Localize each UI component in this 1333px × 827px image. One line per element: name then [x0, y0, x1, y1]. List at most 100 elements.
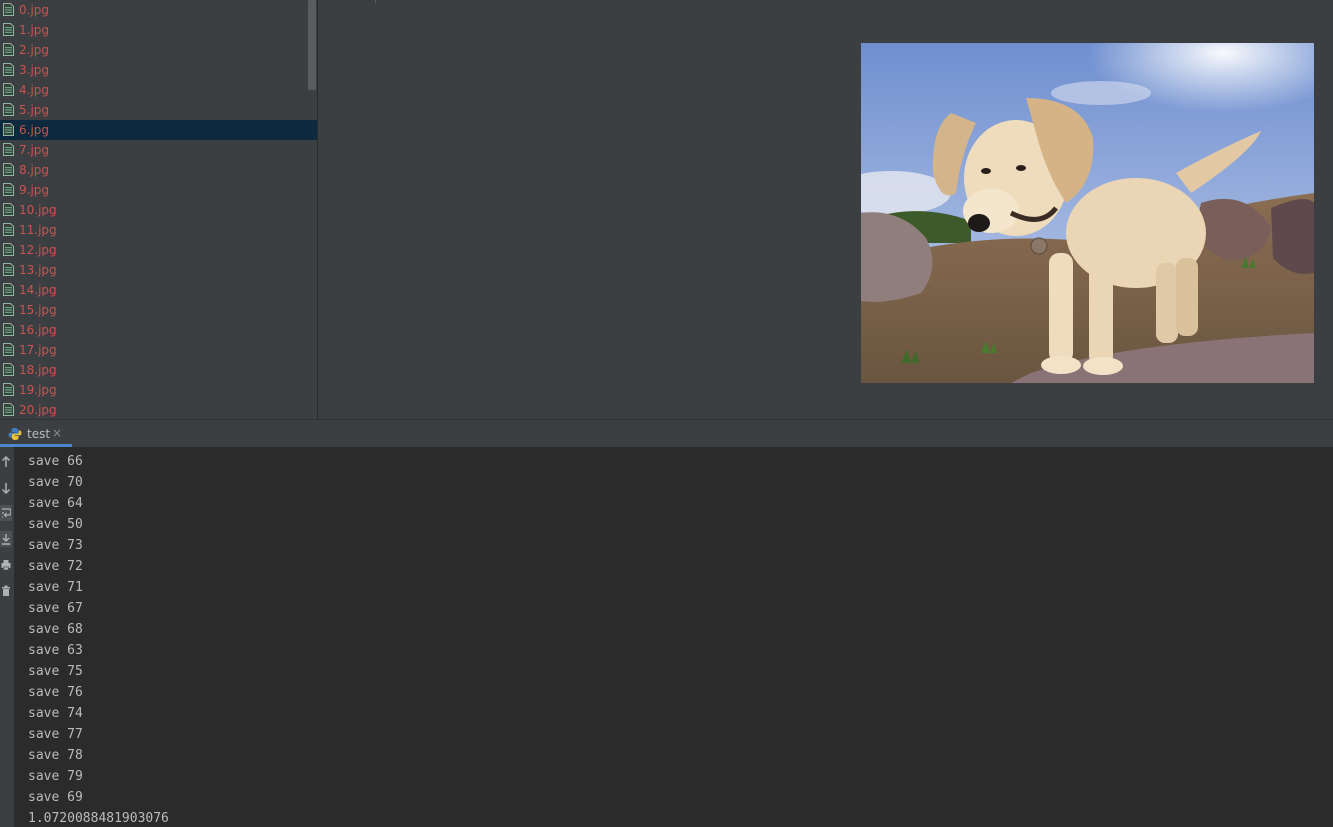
image-file-icon — [3, 83, 14, 96]
console-line: save 50 — [28, 517, 83, 532]
tree-item[interactable]: 9.jpg — [0, 180, 317, 200]
tree-item[interactable]: 7.jpg — [0, 140, 317, 160]
console-line: save 66 — [28, 454, 83, 469]
file-name: 7.jpg — [19, 143, 50, 157]
file-name: 2.jpg — [19, 43, 50, 57]
console-line: save 75 — [28, 664, 83, 679]
file-name: 10.jpg — [19, 203, 57, 217]
tree-item[interactable]: 19.jpg — [0, 380, 317, 400]
console-line: save 72 — [28, 559, 83, 574]
file-name: 16.jpg — [19, 323, 57, 337]
file-name: 18.jpg — [19, 363, 57, 377]
tree-item[interactable]: 11.jpg — [0, 220, 317, 240]
image-file-icon — [3, 223, 14, 236]
file-name: 19.jpg — [19, 383, 57, 397]
tree-item[interactable]: 17.jpg — [0, 340, 317, 360]
image-file-icon — [3, 243, 14, 256]
file-name: 0.jpg — [19, 3, 50, 17]
image-file-icon — [3, 283, 14, 296]
image-file-icon — [3, 23, 14, 36]
image-file-icon — [3, 323, 14, 336]
file-name: 8.jpg — [19, 163, 50, 177]
image-file-icon — [3, 43, 14, 56]
tree-item[interactable]: 1.jpg — [0, 20, 317, 40]
trash-icon[interactable] — [0, 583, 12, 599]
tree-item[interactable]: 20.jpg — [0, 400, 317, 419]
image-file-icon — [3, 163, 14, 176]
tree-item[interactable]: 0.jpg — [0, 0, 317, 20]
image-viewer — [318, 0, 1333, 419]
console-line: save 73 — [28, 538, 83, 553]
console-line: save 77 — [28, 727, 83, 742]
tree-item[interactable]: 8.jpg — [0, 160, 317, 180]
image-file-icon — [3, 123, 14, 136]
tab-label: test — [27, 427, 51, 441]
image-file-icon — [3, 303, 14, 316]
console-line: save 64 — [28, 496, 83, 511]
image-file-icon — [3, 383, 14, 396]
tree-item[interactable]: 18.jpg — [0, 360, 317, 380]
image-file-icon — [3, 263, 14, 276]
tree-item[interactable]: 15.jpg — [0, 300, 317, 320]
file-name: 20.jpg — [19, 403, 57, 417]
console-line: save 76 — [28, 685, 83, 700]
close-icon[interactable]: × — [52, 425, 62, 441]
console-line: save 71 — [28, 580, 83, 595]
tree-item[interactable]: 3.jpg — [0, 60, 317, 80]
console-line: save 69 — [28, 790, 83, 805]
image-file-icon — [3, 343, 14, 356]
file-name: 6.jpg — [19, 123, 50, 137]
tab-test[interactable]: test × — [0, 420, 72, 447]
image-file-icon — [3, 3, 14, 16]
run-console[interactable]: save 66 save 70 save 64 save 50 save 73 save … — [0, 447, 1333, 827]
file-name: 1.jpg — [19, 23, 50, 37]
file-name: 4.jpg — [19, 83, 50, 97]
puppy-photo — [861, 43, 1314, 383]
file-name: 14.jpg — [19, 283, 57, 297]
tree-item[interactable]: 6.jpg — [0, 120, 317, 140]
scroll-to-end-icon[interactable] — [0, 531, 12, 547]
down-arrow-icon[interactable] — [0, 480, 12, 496]
console-line: save 68 — [28, 622, 83, 637]
ide-window: 0.jpg 1.jpg 2.jpg 3.jpg 4.jpg 5.jpg 6.jpg 7.jpg… — [0, 0, 1333, 827]
image-file-icon — [3, 203, 14, 216]
console-line: save 67 — [28, 601, 83, 616]
project-tree: 0.jpg 1.jpg 2.jpg 3.jpg 4.jpg 5.jpg 6.jpg 7.jpg… — [0, 0, 317, 419]
tool-window-tabs: test × — [0, 419, 1333, 447]
image-file-icon — [3, 63, 14, 76]
tree-item[interactable]: 14.jpg — [0, 280, 317, 300]
up-arrow-icon[interactable] — [0, 454, 12, 470]
console-line: 1.0720088481903076 — [28, 811, 169, 826]
print-icon[interactable] — [0, 557, 12, 573]
console-line: save 74 — [28, 706, 83, 721]
console-output: save 66 save 70 save 64 save 50 save 73 save … — [28, 451, 169, 827]
image-file-icon — [3, 363, 14, 376]
file-name: 9.jpg — [19, 183, 50, 197]
console-toolbar — [0, 447, 14, 827]
file-name: 5.jpg — [19, 103, 50, 117]
soft-wrap-icon[interactable] — [0, 505, 12, 521]
tree-item[interactable]: 2.jpg — [0, 40, 317, 60]
console-line: save 78 — [28, 748, 83, 763]
image-file-icon — [3, 103, 14, 116]
tree-item[interactable]: 16.jpg — [0, 320, 317, 340]
file-name: 11.jpg — [19, 223, 57, 237]
file-name: 15.jpg — [19, 303, 57, 317]
console-line: save 63 — [28, 643, 83, 658]
tree-item[interactable]: 13.jpg — [0, 260, 317, 280]
tree-scrollbar[interactable] — [308, 0, 316, 90]
console-line: save 70 — [28, 475, 83, 490]
image-file-icon — [3, 143, 14, 156]
python-icon — [8, 428, 22, 440]
editor-caret — [375, 0, 376, 3]
tree-item[interactable]: 4.jpg — [0, 80, 317, 100]
image-file-icon — [3, 183, 14, 196]
file-name: 17.jpg — [19, 343, 57, 357]
tree-item[interactable]: 12.jpg — [0, 240, 317, 260]
console-line: save 79 — [28, 769, 83, 784]
file-name: 13.jpg — [19, 263, 57, 277]
file-name: 3.jpg — [19, 63, 50, 77]
tree-item[interactable]: 10.jpg — [0, 200, 317, 220]
image-file-icon — [3, 403, 14, 416]
tree-item[interactable]: 5.jpg — [0, 100, 317, 120]
